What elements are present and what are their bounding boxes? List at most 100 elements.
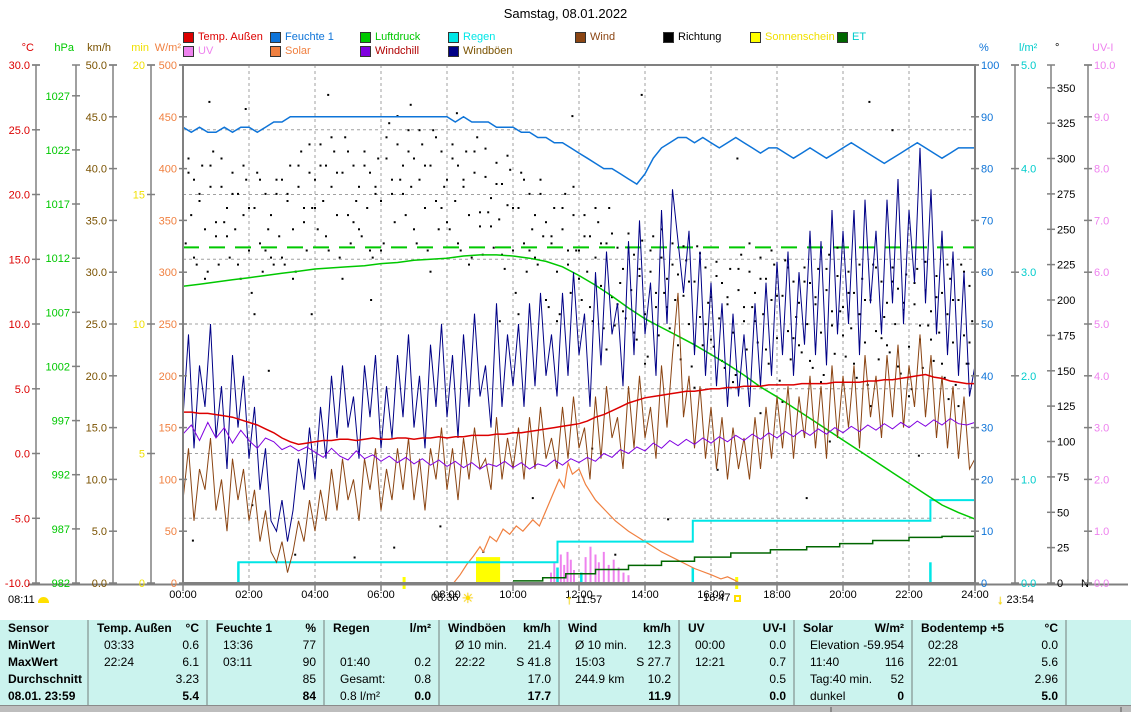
- svg-text:15.0: 15.0: [9, 254, 30, 266]
- svg-text:20: 20: [981, 474, 993, 486]
- svg-text:5.0: 5.0: [1021, 60, 1036, 72]
- col-unit: l/m²: [370, 620, 431, 637]
- cell-value: 2.96: [928, 671, 1058, 688]
- svg-text:20: 20: [133, 60, 145, 72]
- table-row: 22:015.6: [913, 654, 1065, 671]
- col-title: Regen: [333, 620, 370, 637]
- svg-text:06:00: 06:00: [367, 589, 395, 601]
- svg-text:1007: 1007: [46, 307, 70, 319]
- svg-text:04:00: 04:00: [301, 589, 329, 601]
- svg-text:°C: °C: [22, 42, 34, 54]
- svg-text:992: 992: [52, 470, 70, 482]
- col-unit: km/h: [506, 620, 551, 637]
- svg-text:350: 350: [159, 215, 177, 227]
- table-row-label: 08.01. 23:59: [0, 688, 87, 705]
- svg-text:30.0: 30.0: [86, 267, 107, 279]
- table-row: Ø 10 min.12.3: [560, 637, 678, 654]
- sunset-marker: 16:47: [703, 592, 741, 604]
- svg-text:25.0: 25.0: [9, 125, 30, 137]
- table-row: 02:280.0: [913, 637, 1065, 654]
- svg-text:400: 400: [159, 164, 177, 176]
- table-spacer: [1065, 620, 1131, 705]
- table-row-label: Durchschnitt: [0, 671, 87, 688]
- cell-value: 17.0: [455, 671, 551, 688]
- table-row: 11:40116: [795, 654, 911, 671]
- svg-text:10: 10: [981, 526, 993, 538]
- col-title: Wind: [568, 620, 597, 637]
- cell-value: 0.0: [725, 637, 786, 654]
- svg-text:W/m²: W/m²: [155, 42, 182, 54]
- table-row: 5.0: [913, 688, 1065, 705]
- table-col-header: Windböenkm/h: [440, 620, 558, 637]
- svg-text:5.0: 5.0: [1094, 319, 1109, 331]
- svg-text:100: 100: [1057, 437, 1075, 449]
- table-row: 22:246.1: [89, 654, 206, 671]
- svg-text:982: 982: [52, 578, 70, 590]
- svg-text:0.0: 0.0: [15, 449, 30, 461]
- svg-text:14:00: 14:00: [631, 589, 659, 601]
- svg-text:40.0: 40.0: [86, 164, 107, 176]
- sunset-square-icon: [734, 595, 741, 602]
- cell-value: 0.8: [385, 671, 431, 688]
- cell-value: 17.7: [455, 688, 551, 705]
- cell-value: S 41.8: [485, 654, 551, 671]
- svg-text:4.0: 4.0: [1094, 371, 1109, 383]
- col-title: Windböen: [448, 620, 506, 637]
- cell-value: 85: [223, 671, 316, 688]
- cell-label: 01:40: [340, 654, 370, 671]
- svg-text:8.0: 8.0: [1094, 164, 1109, 176]
- axis-lm2: 5.04.03.02.01.00.0l/m²: [1011, 42, 1038, 590]
- svg-text:1.0: 1.0: [1021, 474, 1036, 486]
- cell-value: 77: [253, 637, 316, 654]
- moonrise-marker: ↑ 11:57: [566, 592, 602, 607]
- svg-text:35.0: 35.0: [86, 215, 107, 227]
- table-col-uv: UVUV-I00:000.012:210.70.50.0: [678, 620, 793, 705]
- cell-value: 5.6: [958, 654, 1058, 671]
- svg-text:275: 275: [1057, 189, 1075, 201]
- table-row: 2.96: [913, 671, 1065, 688]
- cell-value: 21.4: [507, 637, 551, 654]
- table-col-feuchte-1: Feuchte 1%13:367703:11908584: [206, 620, 323, 705]
- cell-value: 0.7: [725, 654, 786, 671]
- table-col-windb-en: Windböenkm/hØ 10 min.21.422:22S 41.817.0…: [438, 620, 558, 705]
- table-row-label: MinWert: [0, 637, 87, 654]
- svg-text:UV-I: UV-I: [1092, 42, 1113, 54]
- svg-text:5.0: 5.0: [92, 526, 107, 538]
- svg-text:1022: 1022: [46, 145, 70, 157]
- table-col-header: Feuchte 1%: [208, 620, 323, 637]
- col-unit: UV-I: [705, 620, 786, 637]
- cell-value: 116: [839, 654, 904, 671]
- moonset-time: 23:54: [1007, 594, 1035, 606]
- svg-text:1017: 1017: [46, 199, 70, 211]
- svg-text:150: 150: [1057, 366, 1075, 378]
- table-col-header: SolarW/m²: [795, 620, 911, 637]
- svg-text:100: 100: [981, 60, 999, 72]
- svg-text:0: 0: [1057, 578, 1063, 590]
- svg-text:175: 175: [1057, 330, 1075, 342]
- table-row: dunkel0: [795, 688, 911, 705]
- col-title: Bodentemp +5: [921, 620, 1004, 637]
- cell-value: 0.0: [958, 637, 1058, 654]
- sunrise-time: 08:36: [431, 592, 459, 604]
- table-col-header: Bodentemp +5°C: [913, 620, 1065, 637]
- divider: [830, 707, 832, 712]
- table-row-label: Sensor: [0, 620, 87, 637]
- col-unit: %: [272, 620, 316, 637]
- cell-label: 13:36: [223, 637, 253, 654]
- table-col-bodentemp-5: Bodentemp +5°C02:280.022:015.62.965.0: [911, 620, 1065, 705]
- svg-text:20.0: 20.0: [86, 371, 107, 383]
- svg-text:150: 150: [159, 423, 177, 435]
- svg-text:10: 10: [133, 319, 145, 331]
- svg-text:997: 997: [52, 416, 70, 428]
- arrow-down-icon: ↓: [997, 592, 1004, 607]
- sunrise-marker: 08:36 ☀: [431, 592, 474, 604]
- cell-label: Elevation: [810, 637, 859, 654]
- cell-label: dunkel: [810, 688, 845, 705]
- cell-value: 0.5: [695, 671, 786, 688]
- col-unit: km/h: [597, 620, 671, 637]
- gridlines: [183, 65, 975, 583]
- svg-text:20.0: 20.0: [9, 190, 30, 202]
- table-row: 13:3677: [208, 637, 323, 654]
- cell-value: 5.0: [928, 688, 1058, 705]
- cell-value: 0.2: [370, 654, 431, 671]
